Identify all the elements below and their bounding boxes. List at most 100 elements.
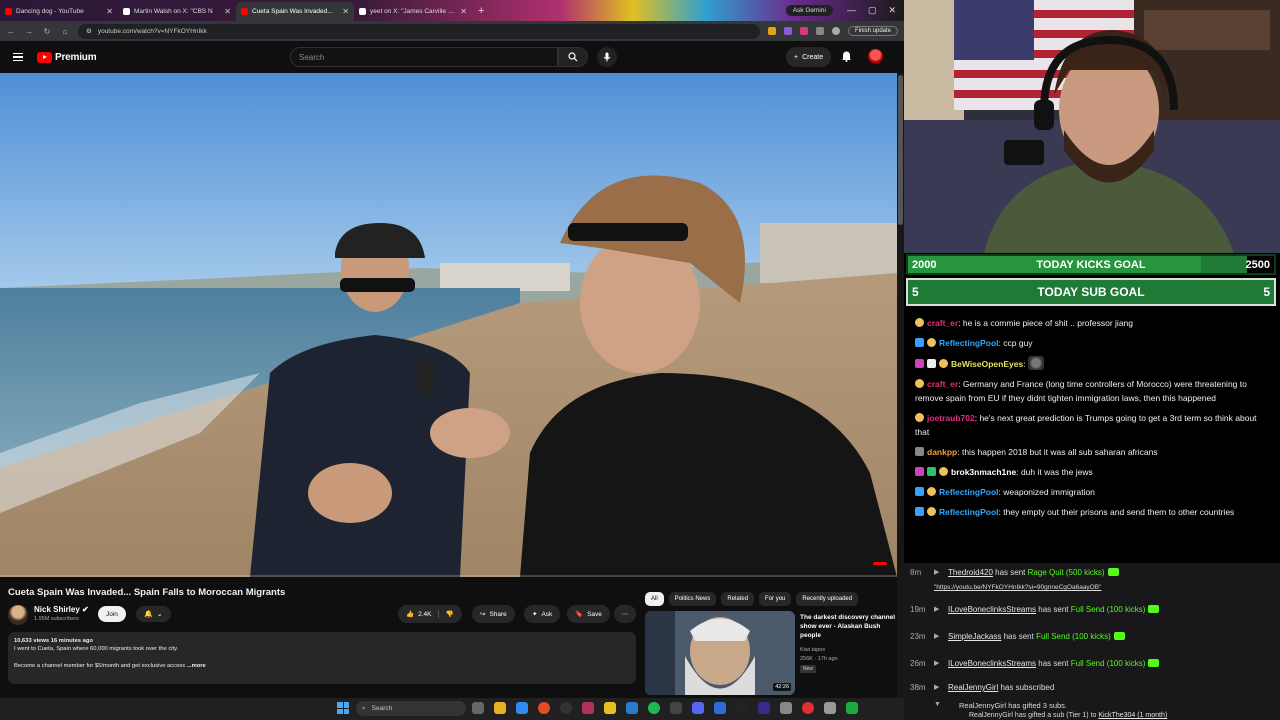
chip-for-you[interactable]: For you [759, 592, 792, 606]
app-icon[interactable] [626, 702, 638, 714]
ask-gemini-button[interactable]: Ask Gemini [785, 5, 833, 16]
expand-icon[interactable]: ▶ [934, 605, 939, 613]
expand-icon[interactable]: ▶ [934, 568, 939, 576]
back-icon[interactable]: ← [6, 27, 16, 36]
ask-button[interactable]: ✦ Ask [524, 605, 561, 623]
video-player[interactable] [0, 73, 897, 577]
collapse-icon[interactable]: ▼ [934, 701, 941, 708]
close-tab-icon[interactable]: ✕ [342, 7, 349, 16]
recommended-video[interactable]: 42:26 The darkest discovery channel show… [645, 611, 895, 695]
search-input[interactable]: Search [290, 47, 558, 67]
app-icon[interactable] [780, 702, 792, 714]
like-button[interactable]: 👍 2.4K 👎 [398, 605, 462, 623]
chat-username[interactable]: craft_er [927, 318, 958, 328]
chat-username[interactable]: BeWiseOpenEyes [951, 359, 1023, 369]
discord-icon[interactable] [692, 702, 704, 714]
channel-avatar[interactable] [8, 605, 28, 625]
search-button[interactable] [558, 47, 588, 67]
event-user[interactable]: RealJennyGirl [948, 683, 998, 692]
expand-icon[interactable]: ▶ [934, 632, 939, 640]
thumbs-down-icon[interactable]: 👎 [438, 610, 454, 618]
home-icon[interactable]: ⌂ [60, 27, 70, 36]
file-explorer-icon[interactable] [494, 702, 506, 714]
recommended-thumbnail[interactable]: 42:26 [645, 611, 795, 695]
app-icon[interactable] [802, 702, 814, 714]
event-message-link[interactable]: "https://youtu.be/NYFkOYHnIkk?si=90gnneC… [934, 584, 1101, 591]
maximize-icon[interactable]: ▢ [868, 5, 877, 16]
close-window-icon[interactable]: ✕ [888, 5, 896, 16]
event-user[interactable]: Thedroid420 [948, 568, 993, 577]
app-icon[interactable] [670, 702, 682, 714]
chat-username[interactable]: brok3nmach1ne [951, 467, 1016, 477]
close-tab-icon[interactable]: ✕ [106, 7, 113, 16]
event-user[interactable]: SimpleJackass [948, 632, 1001, 641]
recommended-title[interactable]: The darkest discovery channel show ever … [800, 614, 895, 640]
taskbar-search[interactable]: ⌕ Search [356, 701, 466, 716]
page-scrollbar[interactable] [897, 73, 904, 700]
event-user[interactable]: RealJennyGirl [969, 712, 1013, 719]
chip-recently-uploaded[interactable]: Recently uploaded [796, 592, 859, 606]
chat-username[interactable]: ReflectingPool [939, 507, 999, 517]
video-progress-bar[interactable] [0, 575, 897, 577]
finish-update-button[interactable]: Finish update [847, 26, 898, 36]
app-icon[interactable] [714, 702, 726, 714]
chip-politics-news[interactable]: Politics News [668, 592, 717, 606]
more-actions-button[interactable]: ⋯ [614, 605, 636, 623]
tab-dancing-dog[interactable]: Dancing dog - YouTube ✕ [0, 2, 118, 21]
chip-all[interactable]: All [645, 592, 664, 606]
tab-cueta-spain[interactable]: Cueta Spain Was Invaded... ✕ [236, 2, 354, 21]
scrollbar-thumb[interactable] [898, 75, 903, 225]
chip-related[interactable]: Related [721, 592, 755, 606]
channel-name[interactable]: Nick Shirley ✔ [34, 605, 89, 614]
chat-username[interactable]: ReflectingPool [939, 487, 999, 497]
tab-martin-walsh[interactable]: Martin Walsh on X: "CBS N ✕ [118, 2, 236, 21]
minimize-icon[interactable]: — [847, 5, 856, 16]
join-button[interactable]: Join [98, 606, 126, 622]
close-tab-icon[interactable]: ✕ [460, 7, 467, 16]
menu-icon[interactable] [13, 51, 23, 64]
chat-username[interactable]: craft_er [927, 379, 958, 389]
event-user[interactable]: RealJennyGirl [959, 701, 1006, 710]
forward-icon[interactable]: → [24, 27, 34, 36]
profile-icon[interactable] [831, 27, 840, 35]
notion-icon[interactable] [736, 702, 748, 714]
description-box[interactable]: 10,633 views 16 minutes ago I went to Cu… [8, 632, 636, 684]
app-icon[interactable] [824, 702, 836, 714]
app-icon[interactable] [582, 702, 594, 714]
expand-icon[interactable]: ▶ [934, 659, 939, 667]
close-tab-icon[interactable]: ✕ [224, 7, 231, 16]
extensions-puzzle-icon[interactable] [815, 27, 824, 35]
app-icon[interactable] [846, 702, 858, 714]
folder-icon[interactable] [604, 702, 616, 714]
account-avatar[interactable] [868, 49, 883, 64]
share-button[interactable]: ↪ Share [472, 605, 515, 623]
chat-username[interactable]: ReflectingPool [939, 338, 999, 348]
site-info-icon[interactable]: ⚙ [86, 27, 92, 35]
expand-icon[interactable]: ▶ [934, 683, 939, 691]
notifications-bell-icon[interactable] [841, 50, 852, 62]
youtube-logo[interactable]: Premium [37, 51, 97, 63]
premiere-icon[interactable] [758, 702, 770, 714]
create-button[interactable]: + Create [786, 47, 832, 67]
tab-yeet[interactable]: yeet on X: "James Carville anno ✕ [354, 2, 472, 21]
chat-username[interactable]: dankpp [927, 447, 957, 457]
extension-icon[interactable] [783, 27, 792, 35]
windows-start-icon[interactable] [337, 702, 349, 714]
more-link[interactable]: ...more [187, 663, 206, 669]
task-view-icon[interactable] [472, 702, 484, 714]
event-user[interactable]: ILoveBoneclinksStreams [948, 605, 1036, 614]
event-user[interactable]: ILoveBoneclinksStreams [948, 659, 1036, 668]
chrome-icon[interactable] [538, 702, 550, 714]
recommended-channel[interactable]: Kiwi tapes [800, 647, 825, 653]
edge-icon[interactable] [516, 702, 528, 714]
event-item[interactable]: KickThe304 (1 month) [1098, 712, 1167, 719]
chat-username[interactable]: joetraub702 [927, 413, 975, 423]
spotify-icon[interactable] [648, 702, 660, 714]
extension-icon[interactable] [767, 27, 776, 35]
subscription-bell-button[interactable]: 🔔 ⌄ [136, 606, 171, 622]
extension-icon[interactable] [799, 27, 808, 35]
url-field[interactable]: ⚙ youtube.com/watch?v=NYFkOYHnIkk [78, 23, 760, 39]
obs-icon[interactable] [560, 702, 572, 714]
voice-search-button[interactable] [597, 47, 617, 67]
save-button[interactable]: 🔖 Save [567, 605, 610, 623]
